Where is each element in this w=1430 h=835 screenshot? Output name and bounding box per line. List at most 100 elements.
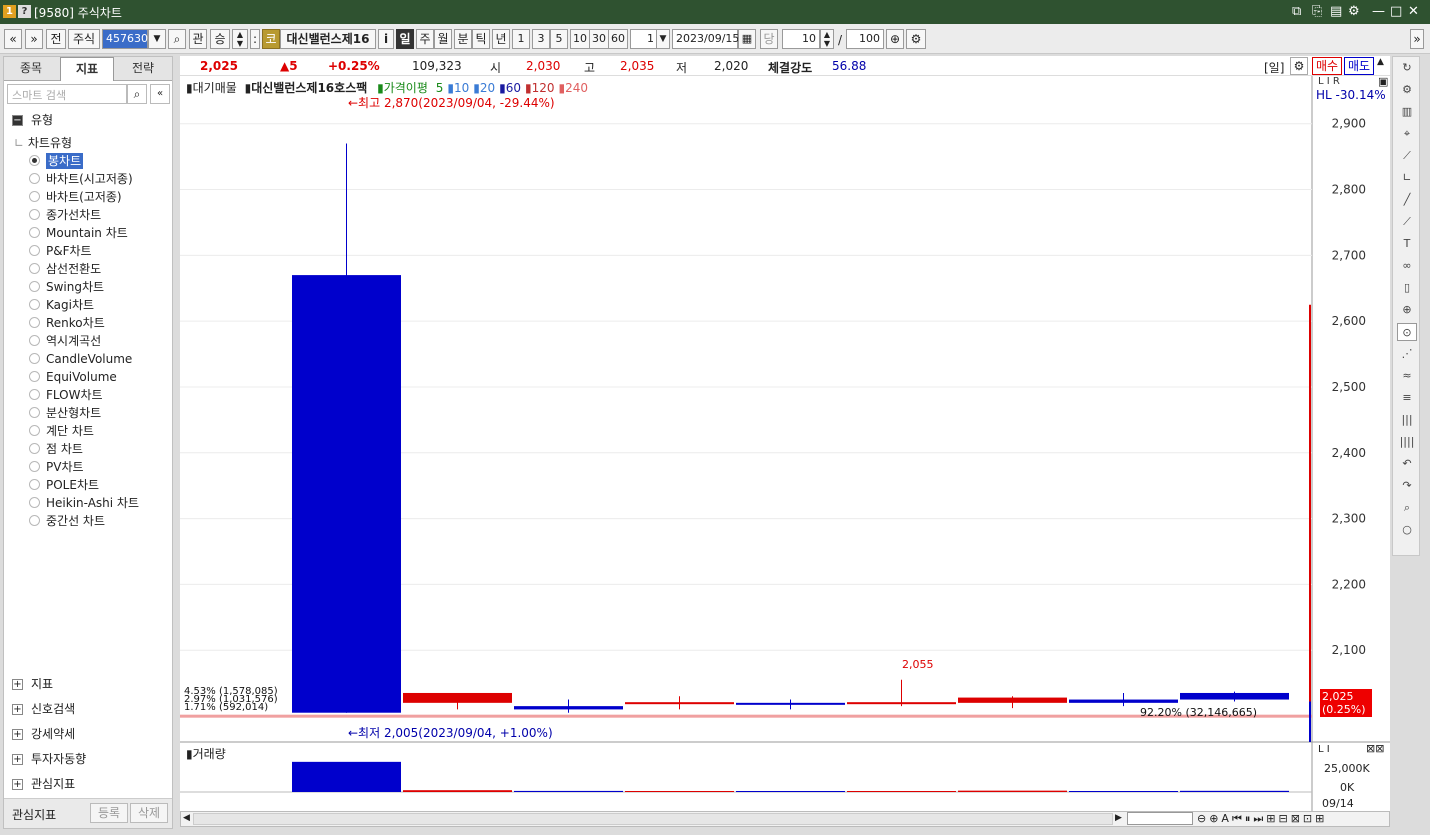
refresh-icon[interactable]: ↻ <box>1397 59 1417 77</box>
volume-panel-close-icon[interactable]: ⊠⊠ <box>1366 742 1384 755</box>
section-type[interactable]: − 유형 <box>12 111 53 129</box>
radio-icon[interactable] <box>29 497 40 508</box>
code-dropdown-icon[interactable]: ▼ <box>148 29 166 49</box>
volume-panel-controls-icon[interactable]: L I <box>1318 744 1330 755</box>
radio-icon[interactable] <box>29 173 40 184</box>
gear-icon[interactable]: ⚙ <box>1290 57 1308 75</box>
minute-button[interactable]: 1 <box>512 29 530 49</box>
chart-type-item[interactable]: 바차트(시고저종) <box>46 171 133 187</box>
chart-type-item[interactable]: 분산형차트 <box>46 405 101 421</box>
updown-spinner-icon[interactable]: ▲ ▼ <box>232 29 248 49</box>
zoom-in-icon[interactable]: ⊕ <box>1397 301 1417 319</box>
close-icon[interactable]: ✕ <box>1408 4 1419 19</box>
stock-code-input[interactable]: 457630 <box>102 29 148 49</box>
prev-stock-button[interactable]: « <box>4 29 22 49</box>
total-input[interactable]: 100 <box>846 29 884 49</box>
chart-type-item[interactable]: 중간선 차트 <box>46 513 105 529</box>
chart-type-item[interactable]: Renko차트 <box>46 315 105 331</box>
wave-icon[interactable]: ≈ <box>1397 367 1417 385</box>
print-icon[interactable]: ▤ <box>1330 4 1342 19</box>
panel-controls-icon[interactable]: L I R <box>1318 76 1340 87</box>
search-icon[interactable]: ⌕ <box>168 29 186 49</box>
minute-button[interactable]: 3 <box>532 29 550 49</box>
chart-type-item[interactable]: 점 차트 <box>46 441 83 457</box>
radio-icon[interactable] <box>29 371 40 382</box>
radio-icon[interactable] <box>29 353 40 364</box>
settings-icon[interactable]: ⚙ <box>1348 4 1360 19</box>
info-button[interactable]: i <box>378 29 394 49</box>
link-icon[interactable]: ⧉ <box>1292 4 1301 19</box>
period-button[interactable]: 월 <box>434 29 452 49</box>
minimize-icon[interactable]: — <box>1372 4 1385 19</box>
crosshair-icon[interactable]: ⌖ <box>1397 125 1417 143</box>
radio-icon[interactable] <box>29 443 40 454</box>
rise-button[interactable]: 승 <box>210 29 230 49</box>
section-item[interactable]: + 신호검색 <box>12 700 75 718</box>
pattern-icon[interactable]: ⋰ <box>1397 345 1417 363</box>
grid-icon[interactable]: |||| <box>1397 433 1417 451</box>
radio-icon[interactable] <box>29 479 40 490</box>
chart-type-item[interactable]: Heikin-Ashi 차트 <box>46 495 139 511</box>
radio-icon[interactable] <box>29 209 40 220</box>
chart-type-item[interactable]: 종가선차트 <box>46 207 101 223</box>
tree-group-chart-type[interactable]: ∟ 차트유형 <box>14 134 72 151</box>
chart-settings-icon[interactable]: ⚙ <box>906 29 926 49</box>
bars-icon[interactable]: ||| <box>1397 411 1417 429</box>
section-item[interactable]: + 투자자동향 <box>12 750 86 768</box>
help-icon[interactable]: ? <box>18 5 31 18</box>
radio-icon[interactable] <box>29 281 40 292</box>
angle-line-icon[interactable]: ∟ <box>1397 169 1417 187</box>
period-button[interactable]: 분 <box>454 29 472 49</box>
line-icon[interactable]: ╱ <box>1397 191 1417 209</box>
chart-scrollbar[interactable]: ◀ ▶ ⊖⊕A⏮⏸⏭⊞⊟⊠⊡⊞ <box>180 811 1390 827</box>
chart-type-item[interactable]: 바차트(고저종) <box>46 189 122 205</box>
radio-icon[interactable] <box>29 263 40 274</box>
buy-button[interactable]: 매수 <box>1312 57 1342 75</box>
undo-icon[interactable]: ↶ <box>1397 455 1417 473</box>
minute-button[interactable]: 30 <box>589 29 609 49</box>
zoom-area-icon[interactable]: ⊙ <box>1397 323 1417 341</box>
period-button[interactable]: 일 <box>396 29 414 49</box>
playback-controls-icon[interactable]: ⊖⊕A⏮⏸⏭⊞⊟⊠⊡⊞ <box>1197 812 1327 826</box>
candle-icon[interactable]: ▯ <box>1397 279 1417 297</box>
radio-icon[interactable] <box>29 389 40 400</box>
collapse-icon[interactable]: « <box>150 84 170 104</box>
next-stock-button[interactable]: » <box>25 29 43 49</box>
chart-type-item[interactable]: EquiVolume <box>46 369 117 385</box>
period-button[interactable]: 틱 <box>472 29 490 49</box>
minute-button[interactable]: 10 <box>570 29 590 49</box>
section-item[interactable]: + 강세약세 <box>12 725 75 743</box>
chart-area[interactable]: 2,100 2,200 2,300 2,400 2,500 2,600 2,700 2,800… <box>180 75 1390 811</box>
period-button[interactable]: 주 <box>416 29 434 49</box>
watchlist-button[interactable]: 관 <box>189 29 207 49</box>
radio-icon[interactable] <box>29 191 40 202</box>
chart-type-item[interactable]: 삼선전환도 <box>46 261 101 277</box>
market-select[interactable]: 주식 <box>68 29 100 49</box>
date-input[interactable]: 2023/09/15 <box>672 29 739 49</box>
chart-type-item[interactable]: CandleVolume <box>46 351 132 367</box>
radio-icon[interactable] <box>29 317 40 328</box>
chart-type-item[interactable]: Swing차트 <box>46 279 104 295</box>
chart-type-item[interactable]: 봉차트 <box>46 153 84 169</box>
today-button[interactable]: 당 <box>760 29 778 49</box>
radio-icon[interactable] <box>29 407 40 418</box>
chain-icon[interactable]: ∞ <box>1397 257 1417 275</box>
radio-icon[interactable] <box>29 227 40 238</box>
radio-icon[interactable] <box>29 299 40 310</box>
redo-icon[interactable]: ↷ <box>1397 477 1417 495</box>
auto-line-icon[interactable]: ⟋ <box>1397 213 1417 231</box>
zoom-slider[interactable] <box>1127 812 1193 825</box>
zoom-icon[interactable]: ⊕ <box>886 29 904 49</box>
maximize-icon[interactable]: □ <box>1390 4 1402 19</box>
calendar-icon[interactable]: ▦ <box>738 29 756 49</box>
trendline-icon[interactable]: ⟋ <box>1397 147 1417 165</box>
gear-icon[interactable]: ⚙ <box>1397 81 1417 99</box>
radio-icon[interactable] <box>29 461 40 472</box>
radio-icon[interactable] <box>29 515 40 526</box>
chart-type-item[interactable]: P&F차트 <box>46 243 92 259</box>
unit-dropdown-icon[interactable]: ▼ <box>656 29 670 49</box>
tab-indicator[interactable]: 지표 <box>60 57 114 81</box>
count-spinner-icon[interactable]: ▲ ▼ <box>820 29 834 49</box>
scroll-up-icon[interactable]: ▲ <box>1377 57 1387 75</box>
minute-button[interactable]: 60 <box>608 29 628 49</box>
